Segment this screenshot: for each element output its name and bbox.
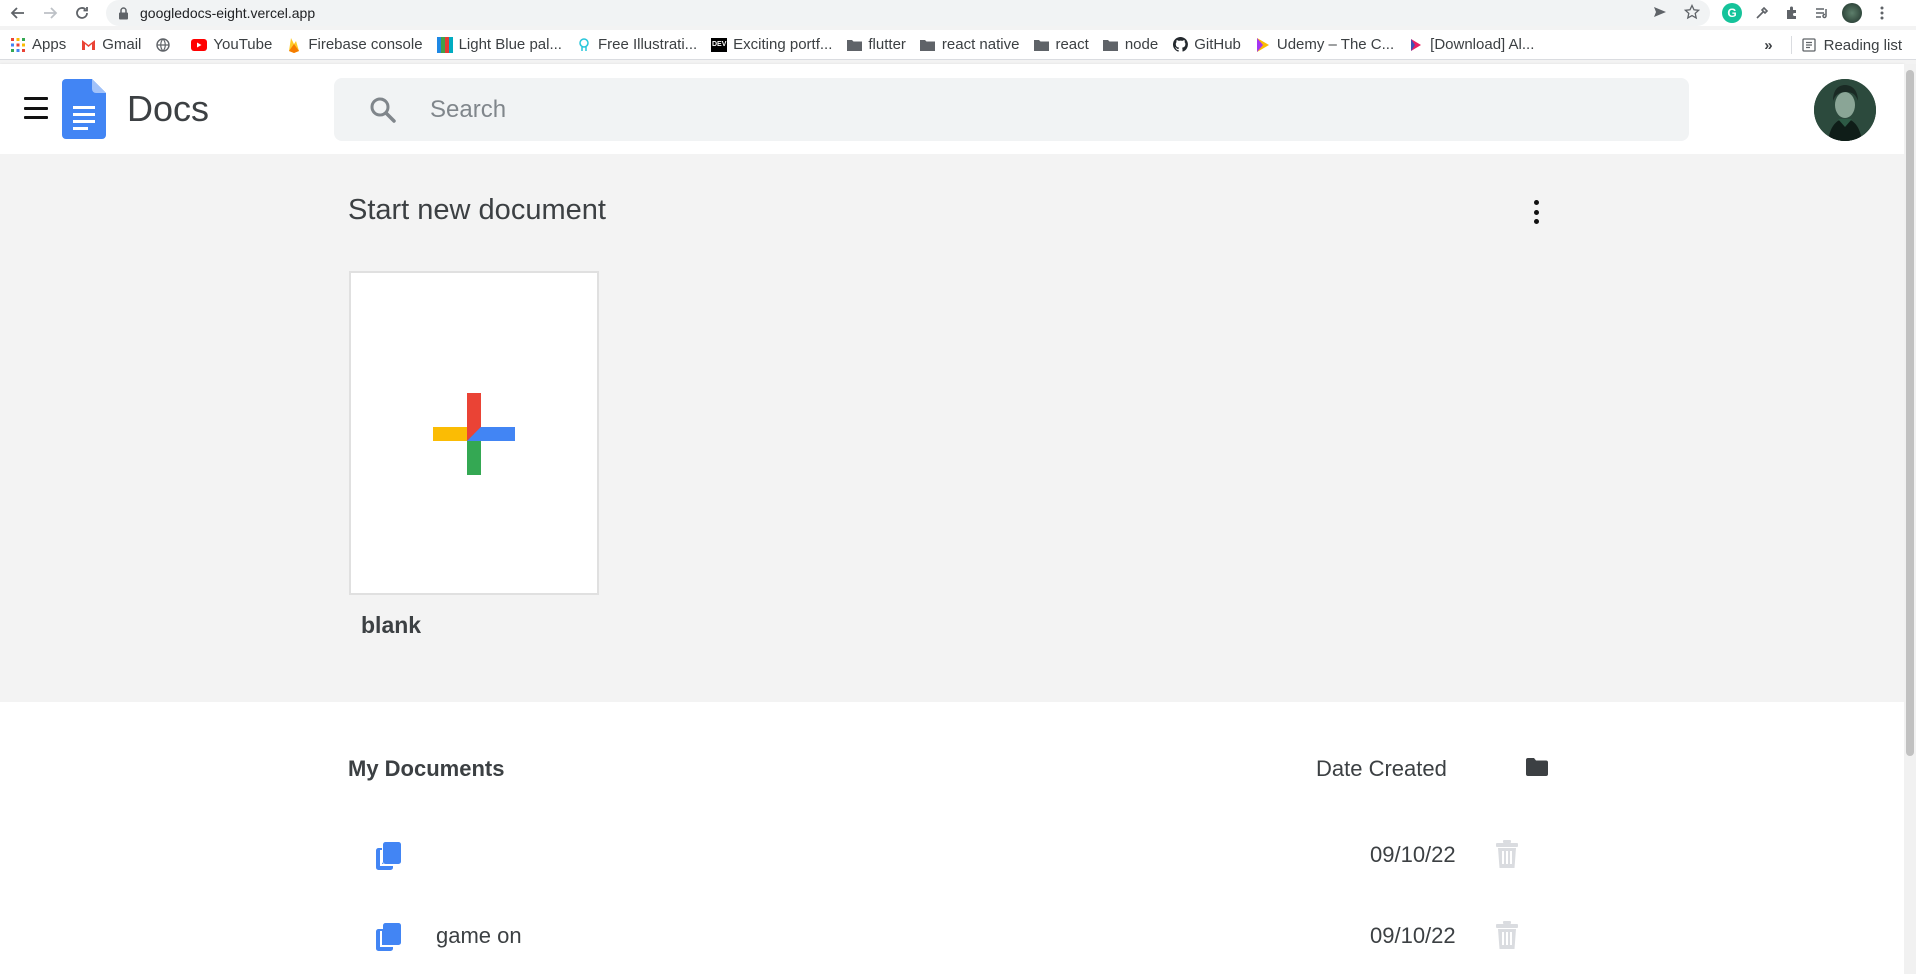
search-input[interactable] xyxy=(430,95,1630,124)
bookmark-exciting-portfolio[interactable]: DEV Exciting portf... xyxy=(711,36,832,53)
bookmark-folder-react-native[interactable]: react native xyxy=(920,36,1020,53)
bookmark-label: Light Blue pal... xyxy=(458,36,562,53)
bookmark-label: [Download] Al... xyxy=(1430,36,1535,53)
document-date: 09/10/22 xyxy=(1370,923,1456,948)
eyedropper-icon[interactable] xyxy=(1752,3,1772,23)
folder-icon xyxy=(920,37,936,53)
bookmark-label: Firebase console xyxy=(308,36,423,53)
github-icon xyxy=(1172,37,1188,53)
bookmark-folder-flutter[interactable]: flutter xyxy=(846,36,906,53)
illustration-icon xyxy=(576,37,592,53)
docs-logo-icon[interactable] xyxy=(62,79,106,139)
url-text: googledocs-eight.vercel.app xyxy=(140,5,316,21)
table-row[interactable]: 09/10/22 xyxy=(348,826,1548,886)
bookmark-firebase[interactable]: Firebase console xyxy=(286,36,423,53)
send-icon[interactable] xyxy=(1652,4,1668,25)
hamburger-menu-icon[interactable] xyxy=(24,97,48,119)
app-header: Docs xyxy=(0,64,1904,154)
section-title: Start new document xyxy=(348,194,606,226)
bookmarks-right: » Reading list xyxy=(1764,30,1902,60)
folder-icon[interactable] xyxy=(1526,758,1548,776)
browser-toolbar: googledocs-eight.vercel.app G xyxy=(0,0,1916,26)
bookmark-label: react native xyxy=(941,36,1020,53)
blank-template-card[interactable] xyxy=(349,271,599,595)
bookmarks-overflow-button[interactable]: » xyxy=(1764,37,1772,54)
grammarly-icon[interactable]: G xyxy=(1722,3,1742,23)
my-documents-title: My Documents xyxy=(348,756,505,781)
table-row[interactable]: game on 09/10/22 xyxy=(348,907,1548,967)
folder-icon xyxy=(1103,37,1119,53)
lock-icon xyxy=(116,6,130,20)
bookmark-udemy[interactable]: Udemy – The C... xyxy=(1255,36,1394,53)
bookmark-label: YouTube xyxy=(213,36,273,53)
profile-avatar-small[interactable] xyxy=(1842,3,1862,23)
document-copy-icon xyxy=(376,923,402,951)
extensions-icon[interactable] xyxy=(1782,3,1802,23)
bookmark-label: Free Illustrati... xyxy=(597,36,698,53)
bookmark-globe[interactable] xyxy=(155,37,177,53)
my-documents-section: My Documents Date Created 09/10/22 game … xyxy=(0,702,1904,974)
bookmark-label: Gmail xyxy=(102,36,142,53)
media-control-icon[interactable] xyxy=(1812,3,1832,23)
trash-icon[interactable] xyxy=(1496,840,1518,868)
date-created-header: Date Created xyxy=(1316,756,1447,781)
bookmark-label: Apps xyxy=(32,36,67,53)
search-icon xyxy=(368,95,398,125)
blank-template-label[interactable]: blank xyxy=(361,612,421,639)
bookmarks-divider xyxy=(1790,36,1792,54)
app-title: Docs xyxy=(127,88,210,129)
bookmark-github[interactable]: GitHub xyxy=(1172,36,1241,53)
trash-icon[interactable] xyxy=(1496,921,1518,949)
globe-icon xyxy=(155,37,171,53)
bookmark-youtube[interactable]: YouTube xyxy=(191,36,272,53)
bookmark-label: node xyxy=(1124,36,1159,53)
reading-list-icon xyxy=(1801,38,1816,52)
start-new-document-section: Start new document blank xyxy=(0,154,1904,702)
dev-icon: DEV xyxy=(711,37,728,52)
bookmark-apps[interactable]: Apps xyxy=(10,36,66,53)
bookmark-label: GitHub xyxy=(1194,36,1241,53)
bookmark-label: flutter xyxy=(868,36,906,53)
reading-list-button[interactable]: Reading list xyxy=(1824,37,1902,54)
colorful-plus-icon xyxy=(433,393,515,475)
folder-icon xyxy=(846,37,862,53)
scrollbar-thumb[interactable] xyxy=(1906,70,1914,756)
document-name: game on xyxy=(436,923,522,948)
forward-icon[interactable] xyxy=(38,1,62,25)
folder-icon xyxy=(1033,37,1049,53)
more-options-icon[interactable] xyxy=(1526,200,1546,224)
firebase-icon xyxy=(286,37,302,53)
bookmark-light-blue[interactable]: Light Blue pal... xyxy=(436,36,562,53)
bookmarks-bar: Apps Gmail YouTube Firebase console Ligh… xyxy=(0,30,1916,60)
gmail-icon xyxy=(80,37,96,53)
browser-menu-icon[interactable] xyxy=(1872,3,1892,23)
page-scrollbar[interactable] xyxy=(1904,64,1916,974)
bookmark-folder-node[interactable]: node xyxy=(1103,36,1158,53)
star-icon[interactable] xyxy=(1683,3,1701,25)
download-icon xyxy=(1408,37,1424,53)
search-bar[interactable] xyxy=(334,78,1689,141)
bookmark-free-illustrations[interactable]: Free Illustrati... xyxy=(576,36,697,53)
bookmark-label: Udemy – The C... xyxy=(1276,36,1395,53)
document-date: 09/10/22 xyxy=(1370,842,1456,867)
youtube-icon xyxy=(191,37,208,53)
document-copy-icon xyxy=(376,842,402,870)
bookmark-label: react xyxy=(1055,36,1089,53)
reload-icon[interactable] xyxy=(70,1,94,25)
back-icon[interactable] xyxy=(6,1,30,25)
apps-grid-icon xyxy=(10,37,26,53)
palette-icon xyxy=(436,36,453,53)
udemy-icon xyxy=(1255,37,1271,53)
bookmark-label: Exciting portf... xyxy=(733,36,833,53)
bookmark-download[interactable]: [Download] Al... xyxy=(1408,36,1534,53)
avatar[interactable] xyxy=(1814,79,1876,141)
bookmark-gmail[interactable]: Gmail xyxy=(80,36,141,53)
address-bar[interactable]: googledocs-eight.vercel.app xyxy=(106,0,1710,26)
bookmark-folder-react[interactable]: react xyxy=(1033,36,1089,53)
